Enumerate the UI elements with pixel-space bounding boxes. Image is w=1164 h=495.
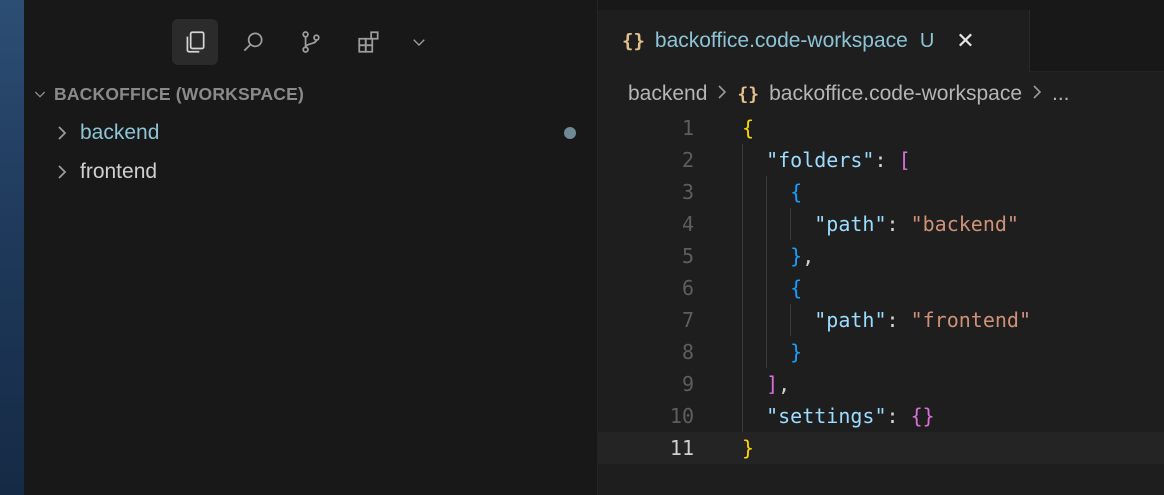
code-text: { bbox=[790, 276, 803, 300]
code-text: }, bbox=[790, 244, 815, 268]
code-text: "path": "backend" bbox=[814, 212, 1019, 236]
line-number: 9 bbox=[681, 372, 694, 396]
search-icon bbox=[243, 32, 263, 52]
tree-item-frontend[interactable]: frontend bbox=[56, 154, 576, 190]
chevron-right-icon bbox=[1032, 83, 1042, 106]
code-line: 7 "path": "frontend" bbox=[598, 304, 1164, 336]
chevron-right-icon bbox=[717, 83, 727, 106]
workspace-section-header[interactable]: BACKOFFICE (WORKSPACE) bbox=[32, 82, 304, 106]
chevron-right-icon bbox=[56, 124, 68, 142]
line-number: 4 bbox=[681, 212, 694, 236]
vscode-window: BACKOFFICE (WORKSPACE) backend frontend … bbox=[24, 0, 1164, 495]
line-number: 1 bbox=[681, 116, 694, 140]
code-line: 3 { bbox=[598, 176, 1164, 208]
code-editor[interactable]: 1 { 2 "folders": [ 3 { 4 "path": "backen… bbox=[598, 112, 1164, 464]
breadcrumb: backend {} backoffice.code-workspace ... bbox=[628, 80, 1070, 108]
code-text: } bbox=[790, 340, 803, 364]
code-text: { bbox=[742, 116, 755, 140]
code-line: 2 "folders": [ bbox=[598, 144, 1164, 176]
line-number: 6 bbox=[681, 276, 694, 300]
tab-bar: {} backoffice.code-workspace U ✕ bbox=[598, 0, 1164, 72]
workspace-title: BACKOFFICE (WORKSPACE) bbox=[54, 83, 305, 104]
code-text: "settings": {} bbox=[766, 404, 935, 428]
breadcrumb-folder[interactable]: backend bbox=[628, 82, 707, 106]
modified-dot bbox=[564, 127, 576, 139]
code-line-current: 11 } bbox=[598, 432, 1164, 464]
line-number: 5 bbox=[681, 244, 694, 268]
search-button[interactable] bbox=[230, 19, 276, 65]
tree-item-label: backend bbox=[80, 121, 160, 144]
line-number: 11 bbox=[669, 436, 694, 460]
untracked-badge: U bbox=[919, 29, 935, 52]
code-line: 9 ], bbox=[598, 368, 1164, 400]
line-number: 2 bbox=[681, 148, 694, 172]
code-line: 10 "settings": {} bbox=[598, 400, 1164, 432]
more-views-button[interactable] bbox=[404, 19, 434, 65]
code-line: 6 { bbox=[598, 272, 1164, 304]
code-text: "folders": [ bbox=[766, 148, 911, 172]
chevron-down-icon bbox=[34, 91, 46, 98]
line-number: 3 bbox=[681, 180, 694, 204]
chevron-down-icon bbox=[413, 39, 425, 46]
tree-item-backend[interactable]: backend bbox=[56, 115, 576, 151]
json-file-icon: {} bbox=[622, 30, 645, 52]
breadcrumb-file[interactable]: backoffice.code-workspace bbox=[769, 82, 1022, 106]
code-line: 4 "path": "backend" bbox=[598, 208, 1164, 240]
code-text: ], bbox=[766, 372, 791, 396]
code-text: { bbox=[790, 180, 803, 204]
activity-bar bbox=[172, 18, 434, 66]
code-text: "path": "frontend" bbox=[814, 308, 1032, 332]
code-line: 8 } bbox=[598, 336, 1164, 368]
tab-backoffice-workspace[interactable]: {} backoffice.code-workspace U ✕ bbox=[598, 10, 1030, 72]
explorer-sidebar: BACKOFFICE (WORKSPACE) backend frontend bbox=[24, 0, 598, 495]
source-control-button[interactable] bbox=[288, 19, 334, 65]
extensions-icon bbox=[358, 31, 379, 53]
code-line: 1 { bbox=[598, 112, 1164, 144]
tree-item-label: frontend bbox=[80, 160, 158, 183]
explorer-icon bbox=[186, 31, 205, 53]
editor-pane: {} backoffice.code-workspace U ✕ backend… bbox=[598, 0, 1164, 495]
json-file-icon: {} bbox=[737, 83, 760, 105]
code-line: 5 }, bbox=[598, 240, 1164, 272]
code-text: } bbox=[742, 436, 755, 460]
line-number: 7 bbox=[681, 308, 694, 332]
line-number: 10 bbox=[669, 404, 694, 428]
line-number: 8 bbox=[681, 340, 694, 364]
desktop-background bbox=[0, 0, 24, 495]
extensions-button[interactable] bbox=[346, 19, 392, 65]
breadcrumb-more[interactable]: ... bbox=[1052, 82, 1070, 106]
close-icon[interactable]: ✕ bbox=[956, 28, 974, 54]
tab-label: backoffice.code-workspace bbox=[654, 29, 908, 52]
source-control-icon bbox=[302, 31, 320, 53]
chevron-right-icon bbox=[56, 163, 68, 181]
explorer-button[interactable] bbox=[172, 19, 218, 65]
